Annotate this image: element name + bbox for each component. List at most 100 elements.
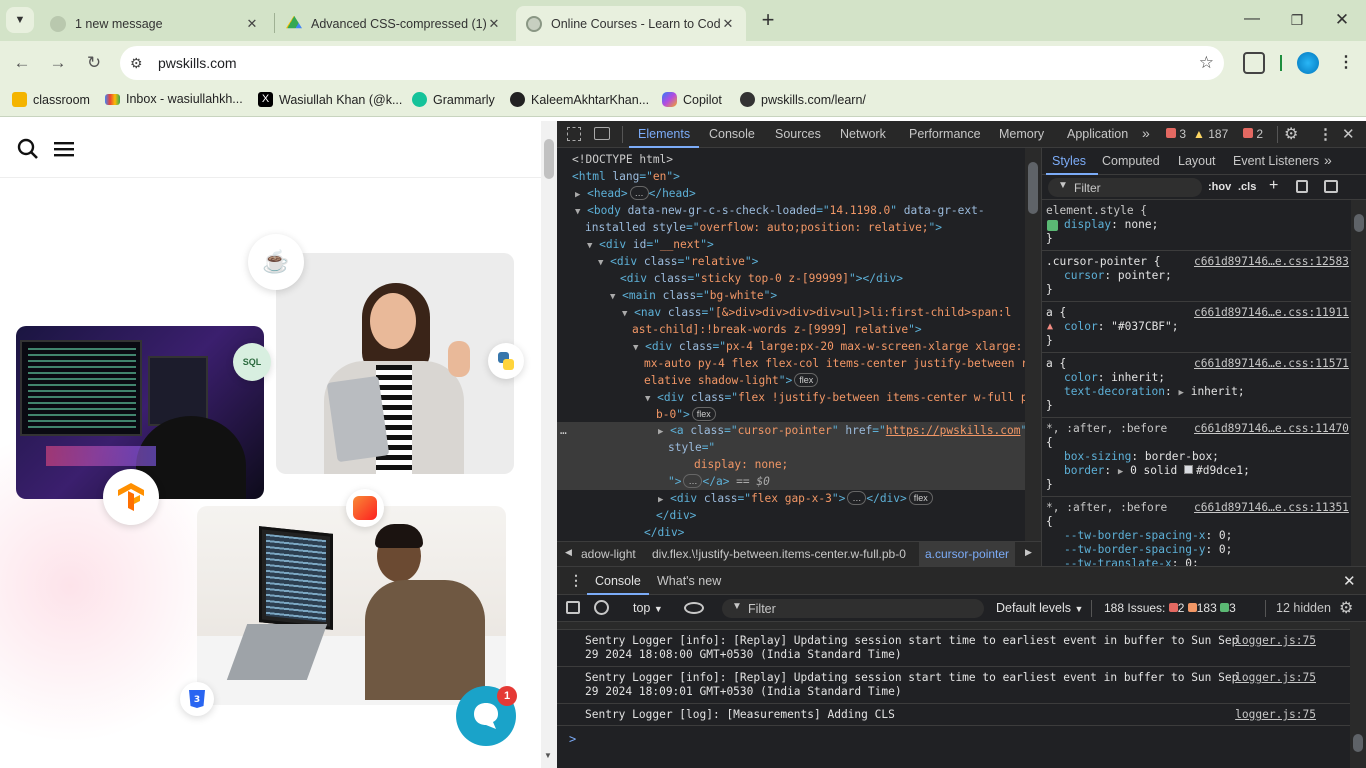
inspect-element-icon[interactable]: [567, 127, 581, 141]
hov-toggle[interactable]: :hov: [1208, 181, 1231, 193]
bookmark-star-icon[interactable]: ☆: [1199, 53, 1214, 73]
tab-elements[interactable]: Elements: [638, 127, 690, 141]
expand-triangle-icon[interactable]: ▶: [1118, 467, 1123, 477]
bookmark-inbox[interactable]: Inbox - wasiullahkh...: [105, 92, 243, 106]
tab-event-listeners[interactable]: Event Listeners: [1233, 154, 1319, 168]
console-settings-icon[interactable]: ⚙: [1339, 598, 1353, 618]
bookmark-classroom[interactable]: classroom: [12, 92, 90, 107]
breadcrumb-scroll-left-icon[interactable]: ◀: [565, 547, 572, 558]
console-message[interactable]: Sentry Logger [log]: [Measurements] Addi…: [557, 704, 1350, 726]
context-selector[interactable]: top ▼: [633, 601, 663, 615]
more-tabs-icon[interactable]: »: [1324, 152, 1332, 168]
breadcrumb-item[interactable]: div.flex.\!justify-between.items-center.…: [652, 547, 906, 561]
tab-styles[interactable]: Styles: [1052, 154, 1086, 168]
expand-triangle-icon[interactable]: ▶: [575, 190, 580, 200]
collapsed-badge[interactable]: …: [683, 474, 703, 488]
expand-triangle-icon[interactable]: ▶: [658, 495, 663, 505]
flex-badge[interactable]: flex: [691, 407, 716, 421]
console-scrollbar[interactable]: [1350, 622, 1366, 768]
minimize-button[interactable]: —: [1240, 8, 1264, 32]
warning-count[interactable]: ▲ 187: [1193, 127, 1228, 141]
breadcrumb-item[interactable]: adow-light: [581, 547, 636, 561]
styles-scrollbar[interactable]: [1351, 200, 1366, 566]
property-checkbox[interactable]: [1047, 220, 1058, 231]
breadcrumb-scroll-right-icon[interactable]: ▶: [1025, 547, 1032, 558]
paint-brush-icon[interactable]: [1296, 180, 1308, 193]
rule-universal-tw-vars[interactable]: *, :after, :before c661d897146…e.css:113…: [1042, 497, 1352, 566]
property-name[interactable]: text-decoration: [1064, 385, 1165, 398]
issues-summary[interactable]: 188 Issues: 2 183 3: [1104, 601, 1236, 615]
property-value[interactable]: inherit;: [1191, 385, 1245, 398]
rule-source-link[interactable]: c661d897146…e.css:12583: [1194, 255, 1349, 269]
dom-line[interactable]: </div>: [656, 507, 1025, 524]
dom-line[interactable]: ast-child]:!break-words z-[9999] relativ…: [632, 321, 1025, 338]
collapse-triangle-icon[interactable]: ▼: [575, 207, 580, 217]
address-bar[interactable]: ⚙ pwskills.com ☆: [120, 46, 1224, 80]
scroll-down-arrow[interactable]: ▼: [544, 751, 552, 760]
bookmark-github[interactable]: KaleemAkhtarKhan...: [510, 92, 649, 107]
elements-scrollbar[interactable]: [1025, 148, 1041, 541]
rule-universal-box-sizing[interactable]: *, :after, :before c661d897146…e.css:114…: [1042, 418, 1352, 497]
dom-line[interactable]: elative shadow-light"> flex: [644, 372, 1025, 389]
console-filter-input[interactable]: ▼ Filter: [722, 599, 984, 618]
more-tabs-icon[interactable]: »: [1142, 125, 1150, 141]
bookmark-copilot[interactable]: Copilot: [662, 92, 722, 107]
page-scrollbar[interactable]: ▼: [541, 121, 557, 768]
drawer-tab-whats-new[interactable]: What's new: [657, 574, 721, 588]
forward-button[interactable]: →: [46, 51, 70, 75]
property-name[interactable]: border: [1064, 464, 1104, 477]
close-window-button[interactable]: ✕: [1330, 8, 1354, 32]
property-value[interactable]: : 0;: [1205, 529, 1232, 542]
dom-line[interactable]: mx-auto py-4 flex flex-col items-center …: [644, 355, 1025, 372]
console-message[interactable]: Sentry Logger [info]: [Replay] Updating …: [557, 630, 1350, 667]
scrollbar-thumb[interactable]: [1354, 214, 1364, 232]
collapse-triangle-icon[interactable]: ▼: [598, 258, 603, 268]
collapse-triangle-icon[interactable]: ▼: [610, 292, 615, 302]
close-drawer-icon[interactable]: ✕: [1343, 572, 1356, 590]
scrollbar-thumb[interactable]: [544, 139, 554, 179]
bookmark-x[interactable]: X Wasiullah Khan (@k...: [258, 92, 402, 107]
breadcrumb-item-selected[interactable]: a.cursor-pointer: [919, 542, 1016, 566]
message-source-link[interactable]: logger.js:75: [1235, 708, 1316, 722]
dom-line[interactable]: display: none;: [694, 456, 1025, 473]
bookmark-grammarly[interactable]: Grammarly: [412, 92, 495, 107]
dom-line-sticky[interactable]: <div class="sticky top-0 z-[99999]"></di…: [620, 270, 1025, 287]
dom-line[interactable]: ">… </a> == $0: [668, 473, 1025, 490]
property-name[interactable]: cursor: [1064, 269, 1104, 282]
clear-console-icon[interactable]: [594, 600, 609, 615]
dom-line[interactable]: <!DOCTYPE html>: [572, 151, 1025, 168]
scrollbar-thumb[interactable]: [1353, 734, 1363, 752]
back-button[interactable]: ←: [10, 51, 34, 75]
sidebar-toggle-icon[interactable]: [566, 601, 580, 614]
rule-a-inherit[interactable]: a { c661d897146…e.css:11571 color: inher…: [1042, 353, 1352, 418]
search-icon[interactable]: [17, 138, 39, 160]
new-rule-icon[interactable]: +: [1269, 177, 1278, 195]
scrollbar-thumb[interactable]: [1028, 162, 1038, 214]
tab-performance[interactable]: Performance: [909, 127, 981, 141]
close-icon[interactable]: ✕: [720, 16, 736, 32]
issues-count[interactable]: 2: [1243, 127, 1263, 141]
tab-network[interactable]: Network: [840, 127, 886, 141]
default-levels-dropdown[interactable]: Default levels ▼: [996, 601, 1083, 615]
rule-source-link[interactable]: c661d897146…e.css:11911: [1194, 306, 1349, 320]
close-icon[interactable]: ✕: [244, 16, 260, 32]
property-value[interactable]: 0 solid: [1130, 464, 1184, 477]
dom-line[interactable]: style=": [668, 439, 1025, 456]
tab-advanced-css[interactable]: Advanced CSS-compressed (1).p ✕: [276, 6, 512, 41]
drawer-tab-console[interactable]: Console: [595, 574, 641, 588]
console-message[interactable]: Sentry Logger [info]: [Replay] Updating …: [557, 667, 1350, 704]
property-name[interactable]: display: [1064, 218, 1111, 231]
reload-button[interactable]: ↻: [82, 51, 106, 75]
drawer-menu-icon[interactable]: ⋮: [569, 572, 583, 589]
collapse-triangle-icon[interactable]: ▼: [633, 343, 638, 353]
cls-toggle[interactable]: .cls: [1238, 181, 1256, 193]
collapse-triangle-icon[interactable]: ▼: [622, 309, 627, 319]
href-link[interactable]: https://pwskills.com: [886, 424, 1021, 437]
rule-source-link[interactable]: c661d897146…e.css:11571: [1194, 357, 1349, 371]
menu-icon[interactable]: ⋮: [1336, 51, 1356, 75]
collapse-triangle-icon[interactable]: ▼: [587, 241, 592, 251]
dom-line[interactable]: </div>: [644, 524, 1025, 541]
tab-console[interactable]: Console: [709, 127, 755, 141]
tab-memory[interactable]: Memory: [999, 127, 1044, 141]
property-name[interactable]: --tw-translate-x: [1064, 557, 1172, 566]
